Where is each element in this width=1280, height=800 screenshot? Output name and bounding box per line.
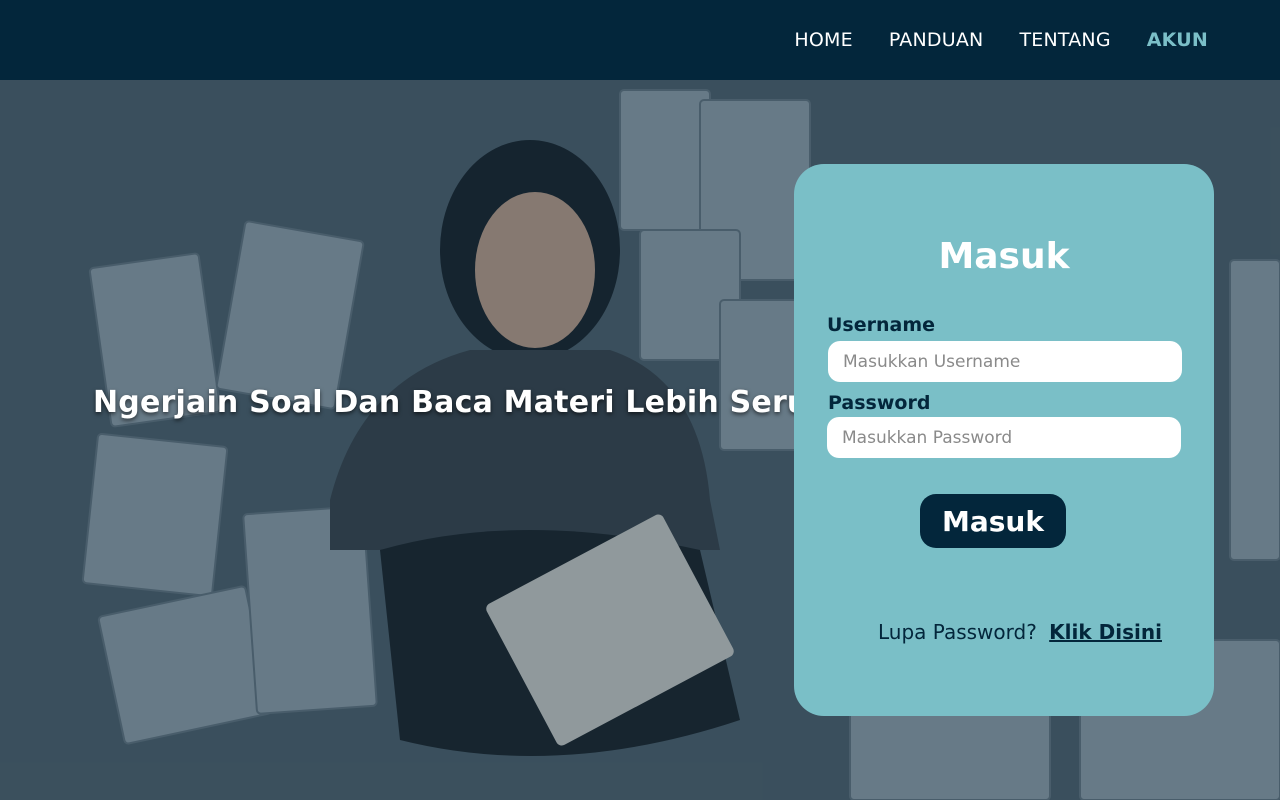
nav-item-home[interactable]: HOME [794, 29, 852, 51]
nav-menu: HOME PANDUAN TENTANG AKUN [794, 0, 1208, 80]
password-label: Password [828, 392, 931, 414]
navbar: HOME PANDUAN TENTANG AKUN [0, 0, 1280, 80]
username-input[interactable] [828, 341, 1182, 382]
login-card: Masuk Username Password Masuk Lupa Passw… [794, 164, 1214, 716]
forgot-password-row: Lupa Password? Klik Disini [878, 620, 1162, 644]
nav-item-panduan[interactable]: PANDUAN [889, 29, 984, 51]
login-title: Masuk [938, 236, 1070, 277]
forgot-password-text: Lupa Password? [878, 620, 1037, 644]
hero-tagline: Ngerjain Soal Dan Baca Materi Lebih Seru [93, 385, 809, 420]
password-input[interactable] [827, 417, 1181, 458]
nav-item-akun[interactable]: AKUN [1147, 29, 1208, 51]
username-label: Username [827, 314, 936, 336]
nav-item-tentang[interactable]: TENTANG [1019, 29, 1110, 51]
forgot-password-link[interactable]: Klik Disini [1049, 620, 1162, 644]
login-submit-button[interactable]: Masuk [920, 494, 1066, 548]
